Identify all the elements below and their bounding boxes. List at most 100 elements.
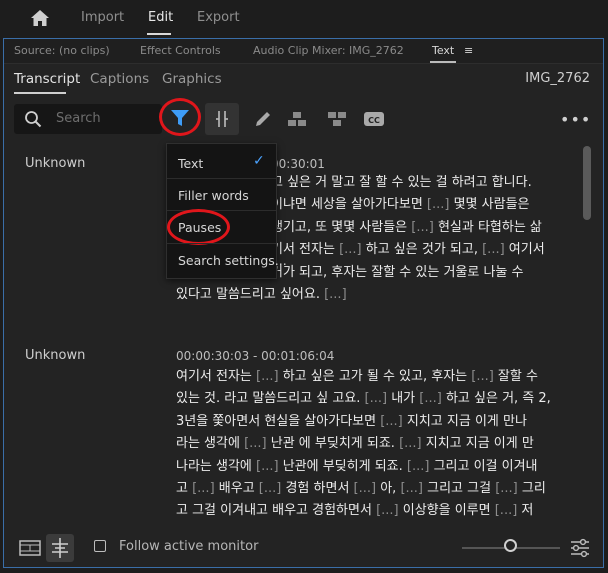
transcript-line[interactable]: 고 [...] 배우고 [...] 경험 하면서 [...] 아, [...] … <box>176 478 576 500</box>
tab-transcript-underline <box>14 92 66 94</box>
transcript-word-run[interactable]: 아, <box>376 481 400 496</box>
split-segment-icon <box>216 111 228 127</box>
transcript-line[interactable]: 있는 것. 라고 말씀드리고 싶 고요. [...] 내가 [...] 하고 싶… <box>176 388 576 410</box>
nav-edit[interactable]: Edit <box>148 10 173 25</box>
transcript-word-run[interactable]: 여기서 전자는 <box>176 369 256 384</box>
tab-captions[interactable]: Captions <box>90 71 149 87</box>
pause-token[interactable]: [...] <box>376 503 399 518</box>
create-captions-icon[interactable]: CC <box>363 108 385 130</box>
pause-token[interactable]: [...] <box>471 369 494 384</box>
transcript-line[interactable]: 라는 생각에 [...] 난관 에 부딪치게 되죠. [...] 지치고 지금 … <box>176 433 576 455</box>
transcript-word-run[interactable]: 지치고 지금 이게 만나 <box>403 414 527 429</box>
transcript-word-run[interactable]: 여기서 <box>505 242 545 257</box>
pause-token[interactable]: [...] <box>380 414 403 429</box>
transcript-word-run[interactable]: 배우고 <box>215 481 259 496</box>
transcript-word-run[interactable]: 현실과 타협하는 삶 <box>434 220 542 235</box>
pause-token[interactable]: [...] <box>324 287 347 302</box>
home-icon[interactable] <box>30 9 50 27</box>
transcript-line[interactable]: 여기서 전자는 [...] 하고 싶은 고가 될 수 있고, 후자는 [...]… <box>176 366 576 388</box>
pause-token[interactable]: [...] <box>407 459 430 474</box>
transcript-word-run[interactable]: 잘할 수 <box>494 369 538 384</box>
speaker-label[interactable]: Unknown <box>25 156 85 171</box>
transcript-word-run[interactable]: 생기고, 또 몇몇 사람들은 <box>271 220 411 235</box>
transcript-word-run[interactable]: 거가 되고, 후자는 잘할 수 있는 거울로 나눌 수 <box>271 265 523 280</box>
pause-token[interactable]: [...] <box>495 481 518 496</box>
tab-source[interactable]: Source: (no clips) <box>14 44 110 57</box>
speaker-label[interactable]: Unknown <box>25 348 85 363</box>
transcript-word-run[interactable]: 하고 싶은 고가 될 수 있고, 후자는 <box>279 369 472 384</box>
search-placeholder: Search <box>56 111 101 126</box>
pauses-highlight-circle <box>167 209 230 245</box>
nav-import[interactable]: Import <box>81 10 124 25</box>
menu-item-filler-words[interactable]: Filler words <box>178 188 249 203</box>
transcript-line[interactable]: 고 그걸 이겨내고 배우고 경험하면서 [...] 이상향을 이루면 [...]… <box>176 500 576 522</box>
transcript-word-run[interactable]: 그리고 그걸 <box>423 481 495 496</box>
tab-text-underline <box>430 61 456 63</box>
transcript-word-run[interactable]: 라는 생각에 <box>176 436 244 451</box>
transcript-word-run[interactable]: 지치고 지금 이게 만 <box>422 436 534 451</box>
transcript-word-run[interactable]: 하고 싶은 거, 즉 2, <box>442 391 551 406</box>
menu-item-text[interactable]: Text <box>178 156 203 171</box>
follow-active-monitor-checkbox[interactable] <box>94 540 106 552</box>
pause-token[interactable]: [...] <box>244 436 267 451</box>
segment-timecode: 00:30:01 <box>271 157 325 171</box>
pause-token[interactable]: [...] <box>339 242 362 257</box>
pause-token[interactable]: [...] <box>482 242 505 257</box>
transcript-word-run[interactable]: 몇몇 사람들은 <box>449 197 530 212</box>
menu-divider <box>167 243 276 244</box>
transcript-word-run[interactable]: 있다고 말씀드리고 싶어요. <box>176 287 324 302</box>
transcript-word-run[interactable]: 이냐면 세상을 살아가다보면 <box>271 197 427 212</box>
transcript-word-run[interactable]: 있는 것. 라고 말씀드리고 싶 고요. <box>176 391 365 406</box>
transcript-word-run[interactable]: 내가 <box>387 391 419 406</box>
tab-audio-clip-mixer[interactable]: Audio Clip Mixer: IMG_2762 <box>253 44 404 57</box>
svg-text:CC: CC <box>368 116 380 125</box>
transcript-line[interactable]: 나라는 생각에 [...] 난관에 부딪히게 되죠. [...] 그리고 이걸 … <box>176 456 576 478</box>
transcript-word-run[interactable]: 3년을 쫓아면서 현실을 살아가다보면 <box>176 414 380 429</box>
transcript-word-run[interactable]: 이상향을 이루면 <box>399 503 495 518</box>
merge-segments-icon[interactable] <box>286 108 308 130</box>
pencil-icon[interactable] <box>252 108 274 130</box>
transcript-line[interactable]: 3년을 쫓아면서 현실을 살아가다보면 [...] 지치고 지금 이게 만나 <box>176 411 576 433</box>
split-segments-icon[interactable] <box>326 108 348 130</box>
pause-token[interactable]: [...] <box>419 391 442 406</box>
more-options-icon[interactable]: ••• <box>560 110 591 129</box>
pause-token[interactable]: [...] <box>259 481 282 496</box>
transcript-paragraph[interactable]: 여기서 전자는 [...] 하고 싶은 고가 될 수 있고, 후자는 [...]… <box>176 366 576 522</box>
panel-menu-icon[interactable]: ≡ <box>464 44 473 57</box>
transcript-word-run[interactable]: 나라는 생각에 <box>176 459 256 474</box>
pause-token[interactable]: [...] <box>354 481 377 496</box>
transcript-word-run[interactable]: 난관에 부딪히게 되죠. <box>279 459 407 474</box>
pause-token[interactable]: [...] <box>400 481 423 496</box>
pause-token[interactable]: [...] <box>365 391 388 406</box>
tab-effect-controls[interactable]: Effect Controls <box>140 44 221 57</box>
transcript-word-run[interactable]: 고 그걸 이겨내고 배우고 경험하면서 <box>176 503 376 518</box>
pause-token[interactable]: [...] <box>192 481 215 496</box>
menu-item-search-settings[interactable]: Search settings... <box>178 253 287 268</box>
transcript-word-run[interactable]: 난관 에 부딪치게 되죠. <box>267 436 399 451</box>
scrollbar-thumb[interactable] <box>583 146 591 220</box>
tab-transcript[interactable]: Transcript <box>14 71 80 87</box>
transcript-word-run[interactable]: 하고 싶은 것가 되고, <box>362 242 482 257</box>
tab-text[interactable]: Text <box>432 44 454 57</box>
nav-export[interactable]: Export <box>197 10 240 25</box>
settings-sliders-icon[interactable] <box>569 538 591 558</box>
film-strip-icon[interactable] <box>16 534 44 562</box>
pause-token[interactable]: [...] <box>427 197 450 212</box>
transcript-word-run[interactable]: 그리 <box>518 481 546 496</box>
pause-token[interactable]: [...] <box>256 369 279 384</box>
transcript-word-run[interactable]: 고 싶은 거 말고 잘 할 수 있는 걸 하려고 합니다. <box>271 175 532 190</box>
tab-graphics[interactable]: Graphics <box>162 71 222 87</box>
transcript-line[interactable]: 있다고 말씀드리고 싶어요. [...] <box>176 284 576 306</box>
pause-token[interactable]: [...] <box>411 220 434 235</box>
transcript-paragraph-clip: 여기서 전자는 [...] 하고 싶은 고가 될 수 있고, 후자는 [...]… <box>176 366 576 522</box>
transcript-word-run[interactable]: 고 <box>176 481 192 496</box>
transcript-word-run[interactable]: 경험 하면서 <box>281 481 353 496</box>
sync-timeline-icon[interactable] <box>46 534 74 562</box>
transcript-word-run[interactable]: 그리고 이걸 이겨내 <box>429 459 538 474</box>
pause-token[interactable]: [...] <box>495 503 518 518</box>
pause-token[interactable]: [...] <box>399 436 422 451</box>
pause-token[interactable]: [...] <box>256 459 279 474</box>
zoom-slider-knob[interactable] <box>504 539 517 552</box>
transcript-word-run[interactable]: 저 <box>517 503 533 518</box>
clip-name: IMG_2762 <box>525 71 590 86</box>
